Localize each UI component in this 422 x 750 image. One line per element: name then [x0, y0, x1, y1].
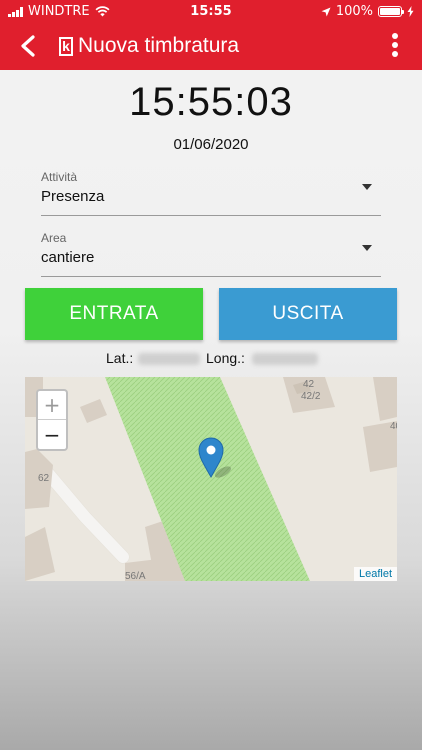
battery-icon	[378, 6, 404, 17]
dropdown-arrow-icon	[362, 245, 372, 251]
activity-label: Attività	[41, 170, 78, 184]
entrata-button[interactable]: ENTRATA	[25, 288, 203, 340]
map-attribution-link[interactable]: Leaflet	[353, 567, 397, 581]
battery-percent: 100%	[335, 4, 373, 19]
battery-level	[380, 8, 400, 15]
latitude-label: Lat.:	[106, 350, 134, 366]
map[interactable]: 42 42/2 62 56/A 40 + − Leaflet	[25, 377, 397, 581]
app-logo: k	[59, 37, 73, 56]
zoom-in-button[interactable]: +	[38, 391, 66, 420]
status-bar: WINDTRE 15:55 100%	[0, 0, 422, 22]
area-value: cantiere	[41, 249, 95, 266]
latitude-value-redacted	[138, 353, 200, 365]
clock-time: 15:55:03	[129, 80, 293, 124]
charging-bolt-icon	[407, 6, 414, 17]
back-button[interactable]	[14, 32, 42, 60]
map-tiles	[25, 377, 397, 581]
map-label: 62	[38, 473, 50, 484]
longitude-label: Long.:	[206, 350, 245, 366]
more-menu-button[interactable]	[388, 33, 402, 61]
more-vertical-icon	[388, 33, 402, 57]
uscita-button[interactable]: USCITA	[219, 288, 397, 340]
chevron-left-icon	[21, 35, 35, 57]
area-label: Area	[41, 231, 67, 245]
status-right: 100%	[321, 4, 414, 19]
area-select[interactable]: Area cantiere	[41, 231, 381, 277]
activity-value: Presenza	[41, 188, 105, 205]
dropdown-arrow-icon	[362, 184, 372, 190]
location-arrow-icon	[321, 7, 331, 16]
coordinates-row: Lat.: Long.:	[0, 350, 422, 368]
activity-select[interactable]: Attività Presenza	[41, 170, 381, 216]
map-label: 40	[390, 421, 397, 432]
map-label: 42	[303, 379, 315, 390]
map-label: 56/A	[125, 571, 146, 581]
page-title: Nuova timbratura	[78, 34, 240, 57]
app-bar: k Nuova timbratura	[0, 22, 422, 70]
zoom-control: + −	[36, 389, 68, 451]
clock-date: 01/06/2020	[173, 136, 249, 153]
zoom-out-button[interactable]: −	[38, 420, 66, 449]
longitude-value-redacted	[252, 353, 318, 365]
map-label: 42/2	[301, 391, 321, 402]
